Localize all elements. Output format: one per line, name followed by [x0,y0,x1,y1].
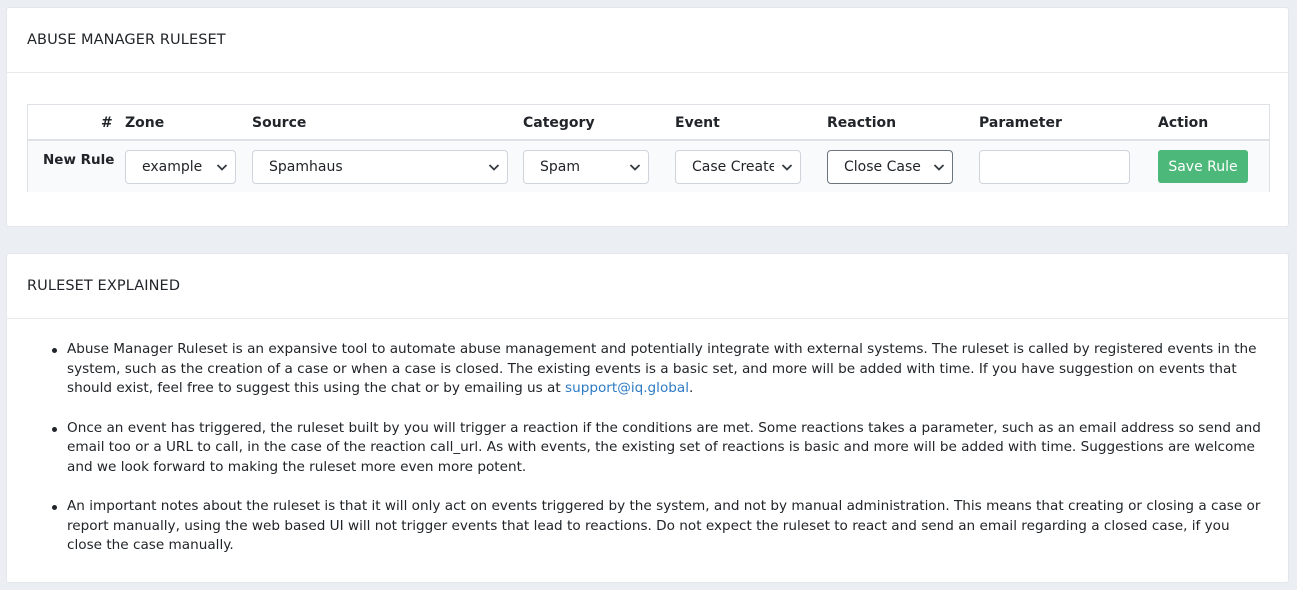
column-header-category: Category [523,115,595,131]
chevron-down-icon [781,164,793,171]
chevron-down-icon [216,164,228,171]
explanation-item: An important notes about the ruleset is … [52,497,1267,556]
column-header-zone: Zone [125,115,165,131]
parameter-input[interactable] [979,150,1130,184]
ruleset-card: ABUSE MANAGER RULESET # Zone Source Cate… [6,7,1289,227]
ruleset-explained-card: RULESET EXPLAINED Abuse Manager Ruleset … [6,253,1289,583]
ruleset-card-header: ABUSE MANAGER RULESET [7,8,1288,73]
ruleset-explained-header: RULESET EXPLAINED [7,254,1288,319]
column-header-parameter: Parameter [979,115,1062,131]
column-header-source: Source [252,115,307,131]
category-select-value: Spam [540,159,580,175]
ruleset-explained-title: RULESET EXPLAINED [27,278,181,294]
category-select[interactable]: Spam [523,150,649,184]
chevron-down-icon [933,164,945,171]
support-email-link[interactable]: support@iq.global [565,380,689,396]
chevron-down-icon [488,164,500,171]
rules-table: # Zone Source Category Event Reaction Pa… [27,104,1270,192]
explanation-list: Abuse Manager Ruleset is an expansive to… [52,340,1267,576]
zone-select-value: example [142,159,203,175]
explanation-item: Once an event has triggered, the ruleset… [52,419,1267,478]
column-header-event: Event [675,115,720,131]
chevron-down-icon [629,164,641,171]
source-select-value: Spamhaus [269,159,343,175]
event-select-value: Case Created [692,159,774,175]
reaction-select[interactable]: Close Case [827,150,953,184]
rules-table-header: # Zone Source Category Event Reaction Pa… [28,105,1269,141]
explanation-item: Abuse Manager Ruleset is an expansive to… [52,340,1267,399]
explanation-text-3: An important notes about the ruleset is … [67,498,1261,553]
save-rule-button[interactable]: Save Rule [1158,150,1248,183]
bullet-icon [52,426,57,432]
new-rule-row: New Rule example Spamhaus Spam Case Crea… [28,141,1269,192]
new-rule-label: New Rule [43,152,115,168]
event-select[interactable]: Case Created [675,150,801,184]
explanation-text-2: Once an event has triggered, the ruleset… [67,419,1261,475]
column-header-reaction: Reaction [827,115,897,131]
column-header-number: # [101,115,113,131]
zone-select[interactable]: example [125,150,236,184]
explanation-text-1-end: . [689,380,694,396]
bullet-icon [52,348,57,353]
bullet-icon [52,505,57,510]
column-header-action: Action [1158,115,1209,131]
source-select[interactable]: Spamhaus [252,150,508,184]
reaction-select-value: Close Case [844,159,921,175]
ruleset-card-title: ABUSE MANAGER RULESET [27,32,226,48]
